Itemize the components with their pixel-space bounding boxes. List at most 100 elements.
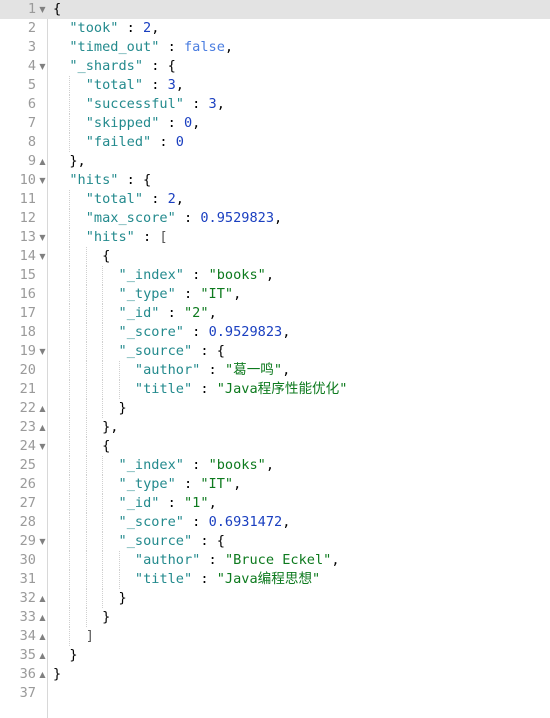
fold-toggle-expanded-icon[interactable]: ▼ bbox=[38, 437, 47, 456]
code-text: "_id" : "1", bbox=[119, 494, 217, 513]
json-editor[interactable]: 1 ▼{2 "took" : 2, 3 "timed_out" : false, 4 ▼ "_… bbox=[0, 0, 550, 718]
code-line[interactable]: 13 ▼ "hits" : [ bbox=[0, 228, 550, 247]
code-line[interactable]: 9 ▲}, bbox=[0, 152, 550, 171]
json-string: "books" bbox=[208, 267, 266, 283]
code-line[interactable]: 36 ▲} bbox=[0, 665, 550, 684]
code-line[interactable]: 5 "total" : 3, bbox=[0, 76, 550, 95]
code-line[interactable]: 28 "_score" : 0.6931472, bbox=[0, 513, 550, 532]
json-number: 3 bbox=[208, 96, 217, 112]
json-key: "title" bbox=[134, 571, 193, 587]
code-line[interactable]: 14 ▼ { bbox=[0, 247, 550, 266]
code-line[interactable]: 37 bbox=[0, 684, 550, 703]
json-number: 3 bbox=[167, 77, 176, 93]
indent-guide bbox=[85, 247, 87, 266]
json-number: 0 bbox=[175, 134, 184, 150]
code-line[interactable]: 10 ▼ "hits" : { bbox=[0, 171, 550, 190]
code-text: "skipped" : 0, bbox=[86, 114, 201, 133]
code-line[interactable]: 2 "took" : 2, bbox=[0, 19, 550, 38]
code-line[interactable]: 27 "_id" : "1", bbox=[0, 494, 550, 513]
line-number: 34 bbox=[19, 628, 36, 644]
code-text: "author" : "Bruce Eckel", bbox=[135, 551, 340, 570]
code-line[interactable]: 26 "_type" : "IT", bbox=[0, 475, 550, 494]
json-number: 2 bbox=[143, 20, 152, 36]
code-lines[interactable]: 1 ▼{2 "took" : 2, 3 "timed_out" : false, 4 ▼ "_… bbox=[0, 0, 550, 703]
code-line[interactable]: 11 "total" : 2, bbox=[0, 190, 550, 209]
indent-guide bbox=[85, 380, 87, 399]
indent-guide bbox=[69, 304, 71, 323]
fold-end-icon[interactable]: ▲ bbox=[38, 589, 47, 608]
punctuation: : bbox=[134, 229, 160, 245]
json-string: "葛一鸣" bbox=[224, 362, 283, 378]
code-line[interactable]: 29 ▼ "_source" : { bbox=[0, 532, 550, 551]
punctuation: : bbox=[184, 457, 209, 473]
punctuation: } bbox=[53, 666, 62, 682]
indent-guide bbox=[102, 266, 104, 285]
code-text: }, bbox=[69, 152, 85, 171]
code-line[interactable]: 32 ▲} bbox=[0, 589, 550, 608]
code-line[interactable]: 7 "skipped" : 0, bbox=[0, 114, 550, 133]
code-line[interactable]: 1 ▼ { bbox=[0, 0, 550, 19]
code-line[interactable]: 18 "_score" : 0.9529823, bbox=[0, 323, 550, 342]
line-number: 32 bbox=[19, 590, 36, 606]
code-line[interactable]: 17 "_id" : "2", bbox=[0, 304, 550, 323]
fold-end-icon[interactable]: ▲ bbox=[38, 646, 47, 665]
code-line[interactable]: 4 ▼ "_shards" : { bbox=[0, 57, 550, 76]
indent-guide bbox=[69, 190, 71, 209]
json-string: "1" bbox=[184, 495, 209, 511]
code-line[interactable]: 30 "author" : "Bruce Eckel", bbox=[0, 551, 550, 570]
code-text: "_index" : "books", bbox=[119, 456, 275, 475]
code-line[interactable]: 21 "title" : "Java程序性能优化" bbox=[0, 380, 550, 399]
code-text: "title" : "Java编程思想" bbox=[135, 570, 320, 589]
code-line[interactable]: 8 "failed" : 0 bbox=[0, 133, 550, 152]
punctuation: : bbox=[143, 191, 168, 207]
fold-toggle-expanded-icon[interactable]: ▼ bbox=[38, 247, 47, 266]
punctuation: }, bbox=[102, 419, 119, 435]
json-key: "took" bbox=[69, 20, 119, 36]
fold-toggle-expanded-icon[interactable]: ▼ bbox=[38, 342, 47, 361]
code-line[interactable]: 22 ▲} bbox=[0, 399, 550, 418]
code-line[interactable]: 20 "author" : "葛一鸣", bbox=[0, 361, 550, 380]
code-line[interactable]: 3 "timed_out" : false, bbox=[0, 38, 550, 57]
json-number: 2 bbox=[167, 191, 176, 207]
json-key: "successful" bbox=[85, 96, 184, 112]
code-line[interactable]: 35 ▲} bbox=[0, 646, 550, 665]
code-line[interactable]: 6 "successful" : 3, bbox=[0, 95, 550, 114]
json-string: "Java编程思想" bbox=[216, 571, 321, 587]
indent-guide bbox=[102, 532, 104, 551]
code-line[interactable]: 23 ▲}, bbox=[0, 418, 550, 437]
code-line[interactable]: 25 "_index" : "books", bbox=[0, 456, 550, 475]
fold-end-icon[interactable]: ▲ bbox=[38, 152, 47, 171]
fold-toggle-expanded-icon[interactable]: ▼ bbox=[38, 532, 47, 551]
code-line[interactable]: 24 ▼ { bbox=[0, 437, 550, 456]
code-line[interactable]: 34 ▲] bbox=[0, 627, 550, 646]
code-line[interactable]: 31 "title" : "Java编程思想" bbox=[0, 570, 550, 589]
code-line[interactable]: 19 ▼ "_source" : { bbox=[0, 342, 550, 361]
code-text: "failed" : 0 bbox=[86, 133, 184, 152]
punctuation: , bbox=[192, 115, 201, 131]
fold-end-icon[interactable]: ▲ bbox=[38, 608, 47, 627]
fold-end-icon[interactable]: ▲ bbox=[38, 399, 47, 418]
json-key: "title" bbox=[134, 381, 193, 397]
code-line[interactable]: 15 "_index" : "books", bbox=[0, 266, 550, 285]
punctuation: : bbox=[200, 362, 225, 378]
indent-guide bbox=[102, 589, 104, 608]
punctuation: : { bbox=[192, 343, 225, 359]
fold-end-icon[interactable]: ▲ bbox=[38, 418, 47, 437]
fold-toggle-expanded-icon[interactable]: ▼ bbox=[38, 57, 47, 76]
fold-toggle-expanded-icon[interactable]: ▼ bbox=[38, 0, 47, 19]
code-line[interactable]: 33 ▲} bbox=[0, 608, 550, 627]
indent-guide bbox=[85, 399, 87, 418]
fold-end-icon[interactable]: ▲ bbox=[38, 627, 47, 646]
json-key: "_source" bbox=[118, 343, 193, 359]
fold-end-icon[interactable]: ▲ bbox=[38, 665, 47, 684]
code-line[interactable]: 16 "_type" : "IT", bbox=[0, 285, 550, 304]
line-number: 15 bbox=[19, 267, 36, 283]
punctuation: , bbox=[151, 20, 160, 36]
code-line[interactable]: 12 "max_score" : 0.9529823, bbox=[0, 209, 550, 228]
fold-toggle-expanded-icon[interactable]: ▼ bbox=[38, 228, 47, 247]
line-number: 35 bbox=[19, 647, 36, 663]
fold-toggle-expanded-icon[interactable]: ▼ bbox=[38, 171, 47, 190]
punctuation: : bbox=[175, 476, 201, 492]
code-text: } bbox=[69, 646, 77, 665]
line-number: 12 bbox=[19, 210, 36, 226]
